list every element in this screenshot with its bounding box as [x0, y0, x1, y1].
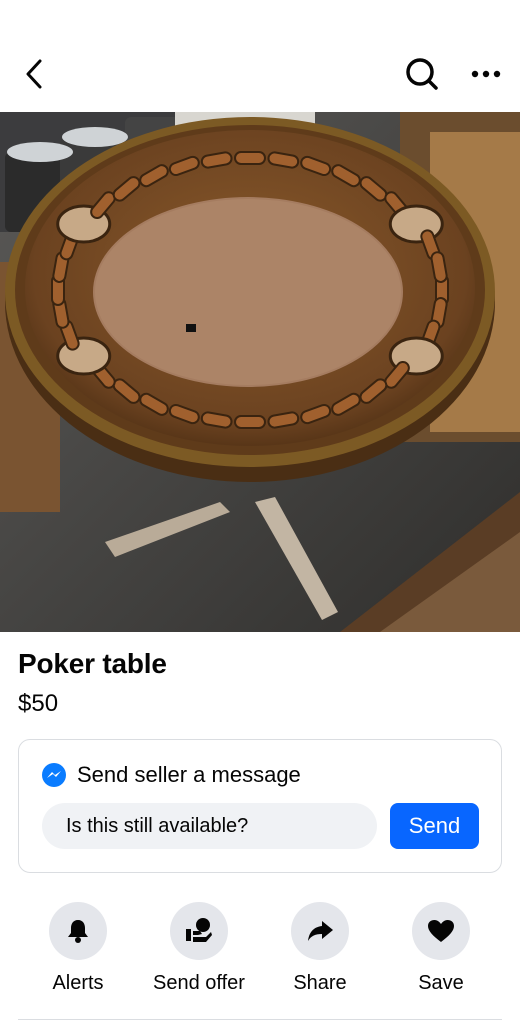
send-offer-circle [170, 902, 228, 960]
message-card: Send seller a message Is this still avai… [18, 739, 502, 873]
divider [18, 1019, 502, 1020]
search-button[interactable] [402, 54, 442, 94]
poker-table-image [0, 112, 520, 632]
top-bar [0, 0, 520, 112]
action-bar: Alerts Send offer Share Save [0, 902, 520, 1002]
send-offer-label: Send offer [153, 972, 245, 994]
save-circle [412, 902, 470, 960]
bell-icon [68, 920, 88, 943]
more-options-button[interactable] [466, 54, 506, 94]
listing-photo[interactable] [0, 112, 520, 632]
save-label: Save [418, 972, 464, 994]
offer-icon [186, 918, 212, 942]
alerts-button[interactable]: Alerts [18, 902, 138, 995]
send-offer-button[interactable]: Send offer [139, 902, 259, 995]
send-button[interactable]: Send [390, 803, 479, 849]
save-button[interactable]: Save [381, 902, 501, 995]
share-button[interactable]: Share [260, 902, 380, 995]
search-icon [406, 58, 438, 90]
share-label: Share [293, 972, 347, 994]
listing-title: Poker table [18, 648, 167, 679]
messenger-icon [42, 763, 66, 787]
back-button[interactable] [16, 54, 52, 94]
listing-price: $50 [18, 690, 59, 717]
heart-icon [428, 920, 454, 942]
chevron-left-icon [26, 59, 42, 89]
message-heading: Send seller a message [41, 762, 301, 788]
chip-slot [234, 151, 266, 165]
alerts-label: Alerts [52, 972, 104, 994]
message-input[interactable]: Is this still available? [42, 803, 377, 849]
chip-slot [234, 415, 266, 429]
more-horizontal-icon [471, 70, 501, 78]
message-heading-text: Send seller a message [77, 762, 301, 787]
alerts-circle [49, 902, 107, 960]
share-circle [291, 902, 349, 960]
share-icon [308, 921, 333, 941]
